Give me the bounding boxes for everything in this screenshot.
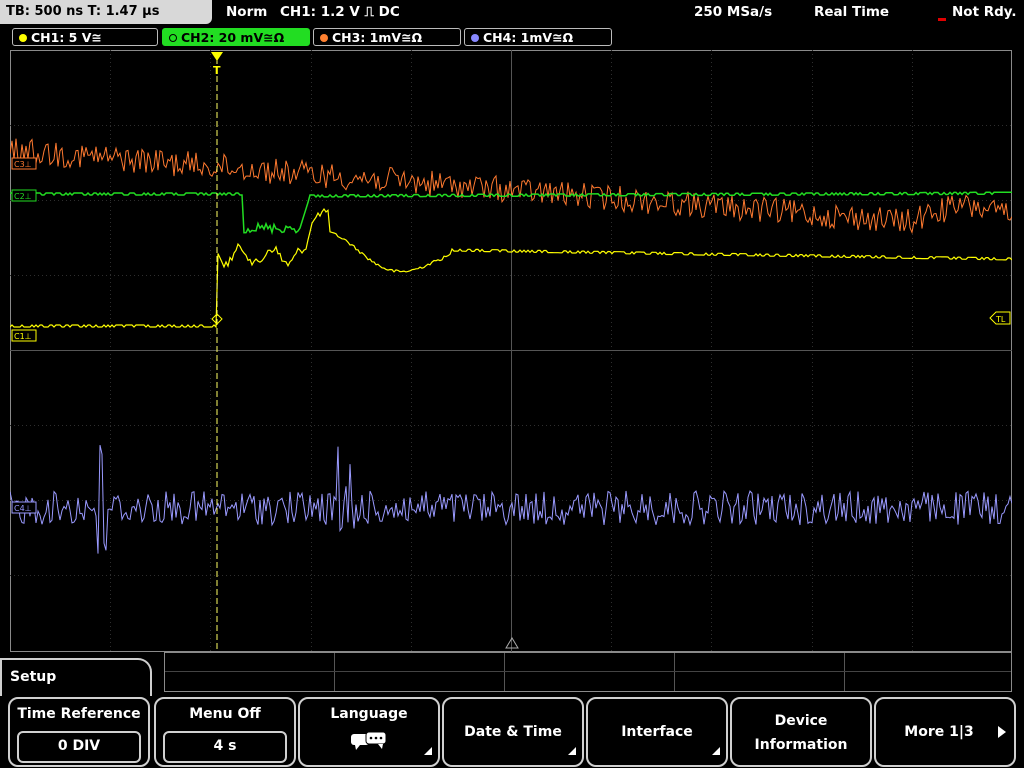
date-time-softkey[interactable]: Date & Time: [442, 697, 584, 767]
device-information-softkey[interactable]: Device Information: [730, 697, 872, 767]
graticule: [10, 50, 1012, 652]
sample-rate: 250 MSa/s: [694, 4, 773, 20]
speech-bubble-icon: [351, 731, 387, 750]
language-label: Language: [330, 706, 408, 722]
submenu-indicator-icon: [568, 747, 576, 755]
date-time-label: Date & Time: [464, 724, 562, 740]
waveform-plot: T C3⊥ C2⊥ C1⊥ C4⊥ TL: [10, 50, 1012, 652]
status-bar: TB: 500 ns T: 1.47 µs Norm CH1: 1.2 V ⎍ …: [0, 0, 1024, 26]
ch3-label: CH3: 1mV≅Ω: [332, 30, 423, 45]
menu-off-value[interactable]: 4 s: [163, 731, 287, 763]
ch4-label: CH4: 1mV≅Ω: [483, 30, 574, 45]
setup-menu-title[interactable]: Setup: [0, 658, 152, 696]
ch1-marker-text: C1⊥: [14, 332, 32, 341]
trigger-pos-text: T: [213, 64, 221, 77]
ch4-dot-icon: [471, 34, 479, 42]
more-softkey[interactable]: More 1|3: [874, 697, 1016, 767]
trigger-level-text: TL: [995, 315, 1006, 324]
device-info-label-line1: Device: [774, 713, 828, 729]
channel-tab-ch3[interactable]: CH3: 1mV≅Ω: [313, 28, 461, 46]
ch1-ground-marker[interactable]: C1⊥: [11, 329, 37, 342]
channel-tab-ch2[interactable]: CH2: 20 mV≅Ω: [162, 28, 310, 46]
trigger-source: CH1: 1.2 V ⎍ DC: [280, 4, 400, 20]
interface-softkey[interactable]: Interface: [586, 697, 728, 767]
ch2-marker-text: C2⊥: [14, 192, 32, 201]
not-ready-indicator: [938, 18, 946, 21]
channel-tab-ch4[interactable]: CH4: 1mV≅Ω: [464, 28, 612, 46]
acquisition-state: Not Rdy.: [952, 4, 1017, 20]
ch2-dot-icon: [169, 34, 177, 42]
device-info-label-line2: Information: [754, 737, 848, 753]
next-page-arrow-icon: [998, 726, 1006, 738]
ch3-ground-marker[interactable]: C3⊥: [11, 157, 37, 170]
trigger-level-marker[interactable]: TL: [989, 311, 1011, 325]
submenu-indicator-icon: [424, 747, 432, 755]
acquisition-mode: Real Time: [814, 4, 890, 20]
language-softkey[interactable]: Language: [298, 697, 440, 767]
trigger-mode: Norm: [226, 4, 268, 20]
ch3-dot-icon: [320, 34, 328, 42]
ch4-marker-text: C4⊥: [14, 504, 32, 513]
ch1-label: CH1: 5 V≅: [31, 30, 102, 45]
time-reference-label: Time Reference: [17, 706, 141, 722]
ch3-marker-text: C3⊥: [14, 160, 32, 169]
channel-tab-ch1[interactable]: CH1: 5 V≅: [12, 28, 158, 46]
timebase-readout[interactable]: TB: 500 ns T: 1.47 µs: [0, 0, 212, 24]
ch2-label: CH2: 20 mV≅Ω: [181, 30, 285, 45]
ch1-dot-icon: [19, 34, 27, 42]
ch2-ground-marker[interactable]: C2⊥: [11, 189, 37, 202]
menu-off-softkey[interactable]: Menu Off 4 s: [154, 697, 296, 767]
time-reference-softkey[interactable]: Time Reference 0 DIV: [8, 697, 150, 767]
auxiliary-display: [164, 652, 1012, 692]
menu-off-label: Menu Off: [189, 706, 261, 722]
more-label: More 1|3: [904, 724, 974, 740]
trigger-position-marker[interactable]: T: [211, 52, 223, 77]
ch4-ground-marker[interactable]: C4⊥: [11, 501, 37, 514]
interface-label: Interface: [621, 724, 693, 740]
submenu-indicator-icon: [712, 747, 720, 755]
time-reference-value[interactable]: 0 DIV: [17, 731, 141, 763]
